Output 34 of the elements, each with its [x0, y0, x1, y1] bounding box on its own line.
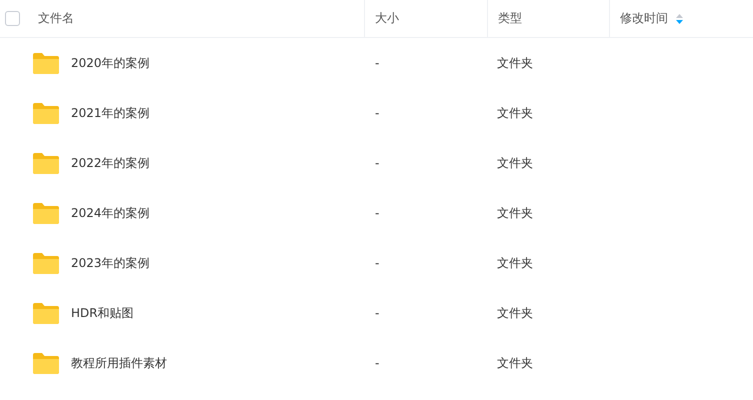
file-name[interactable]: HDR和贴图 [71, 304, 134, 322]
column-header[interactable]: 类型 [498, 10, 522, 27]
folder-icon [33, 152, 59, 174]
folder-icon [33, 252, 59, 274]
file-size: - [375, 106, 380, 120]
folder-icon [33, 352, 59, 374]
file-size: - [375, 56, 380, 70]
file-type: 文件夹 [497, 254, 533, 272]
file-name[interactable]: 2022年的案例 [71, 154, 150, 172]
file-name[interactable]: 教程所用插件素材 [71, 354, 167, 372]
select-all-checkbox[interactable] [5, 11, 20, 26]
file-name[interactable]: 2024年的案例 [71, 204, 150, 222]
column-header[interactable]: 修改时间 [620, 10, 668, 27]
file-type: 文件夹 [497, 104, 533, 122]
file-size: - [375, 356, 380, 370]
file-type: 文件夹 [497, 204, 533, 222]
file-name[interactable]: 2023年的案例 [71, 254, 150, 272]
file-type: 文件夹 [497, 304, 533, 322]
file-size: - [375, 256, 380, 270]
column-header[interactable]: 大小 [375, 10, 399, 27]
file-type: 文件夹 [497, 54, 533, 72]
file-type: 文件夹 [497, 354, 533, 372]
folder-icon [33, 302, 59, 324]
folder-icon [33, 202, 59, 224]
file-name[interactable]: 2020年的案例 [71, 54, 150, 72]
file-size: - [375, 156, 380, 170]
folder-icon [33, 52, 59, 74]
folder-icon [33, 102, 59, 124]
file-size: - [375, 306, 380, 320]
file-name[interactable]: 2021年的案例 [71, 104, 150, 122]
file-size: - [375, 206, 380, 220]
sort-icon[interactable] [676, 14, 683, 24]
file-type: 文件夹 [497, 154, 533, 172]
column-header[interactable]: 文件名 [38, 10, 74, 27]
